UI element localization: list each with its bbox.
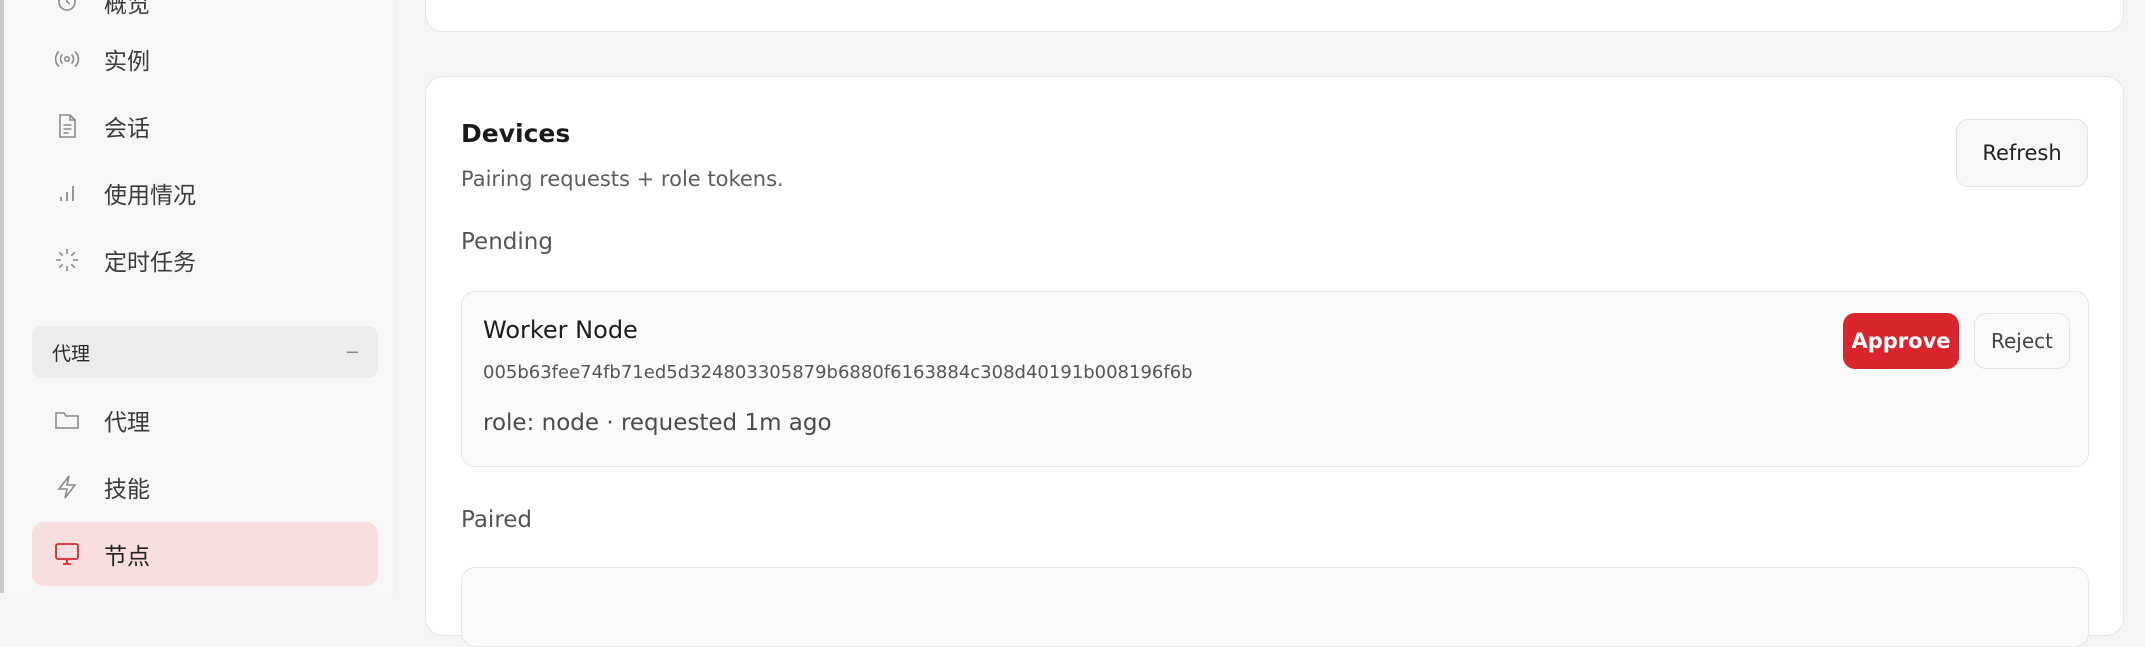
approve-button[interactable]: Approve	[1843, 313, 1959, 369]
activity-icon	[52, 0, 82, 17]
sidebar: 概览 实例 会话 使用情况 定时任务 代理 − 代理 技能 节点	[4, 0, 396, 593]
sidebar-item-label: 使用情况	[104, 183, 196, 209]
device-meta: role: node · requested 1m ago	[483, 410, 832, 436]
collapse-icon[interactable]: −	[345, 342, 360, 363]
sidebar-item-sessions[interactable]: 会话	[32, 94, 378, 158]
card-title: Devices	[461, 119, 571, 148]
reject-button[interactable]: Reject	[1974, 313, 2070, 369]
sidebar-item-nodes[interactable]: 节点	[32, 522, 378, 586]
pending-section-label: Pending	[461, 229, 553, 255]
sidebar-item-cron[interactable]: 定时任务	[32, 228, 378, 292]
sidebar-item-label: 会话	[104, 116, 150, 142]
paired-section-label: Paired	[461, 507, 533, 533]
sidebar-item-label: 概览	[104, 0, 150, 18]
sidebar-item-label: 实例	[104, 49, 150, 75]
sidebar-item-skills[interactable]: 技能	[32, 455, 378, 519]
sidebar-item-label: 技能	[104, 477, 150, 503]
document-icon	[52, 111, 82, 141]
sidebar-item-label: 节点	[104, 544, 150, 570]
card-subtitle: Pairing requests + role tokens.	[461, 167, 784, 191]
sidebar-item-instances[interactable]: 实例	[32, 27, 378, 91]
device-name: Worker Node	[483, 316, 638, 344]
sidebar-group-agents[interactable]: 代理 −	[32, 326, 378, 378]
sidebar-item-label: 代理	[104, 410, 150, 436]
devices-card: Devices Pairing requests + role tokens. …	[425, 76, 2124, 647]
refresh-button[interactable]: Refresh	[1956, 119, 2088, 187]
monitor-icon	[52, 539, 82, 569]
device-id: 005b63fee74fb71ed5d324803305879b6880f616…	[483, 362, 1193, 383]
radio-icon	[52, 44, 82, 74]
paired-device-item	[461, 567, 2089, 647]
sidebar-item-label: 定时任务	[104, 250, 196, 276]
pending-device-item: Worker Node 005b63fee74fb71ed5d324803305…	[461, 291, 2089, 467]
sidebar-item-agents[interactable]: 代理	[32, 388, 378, 452]
bar-chart-icon	[52, 178, 82, 208]
sidebar-item-usage[interactable]: 使用情况	[32, 161, 378, 225]
folder-icon	[52, 405, 82, 435]
previous-card	[425, 0, 2124, 32]
sidebar-group-title: 代理	[52, 342, 91, 365]
loader-icon	[52, 245, 82, 275]
lightning-icon	[52, 472, 82, 502]
